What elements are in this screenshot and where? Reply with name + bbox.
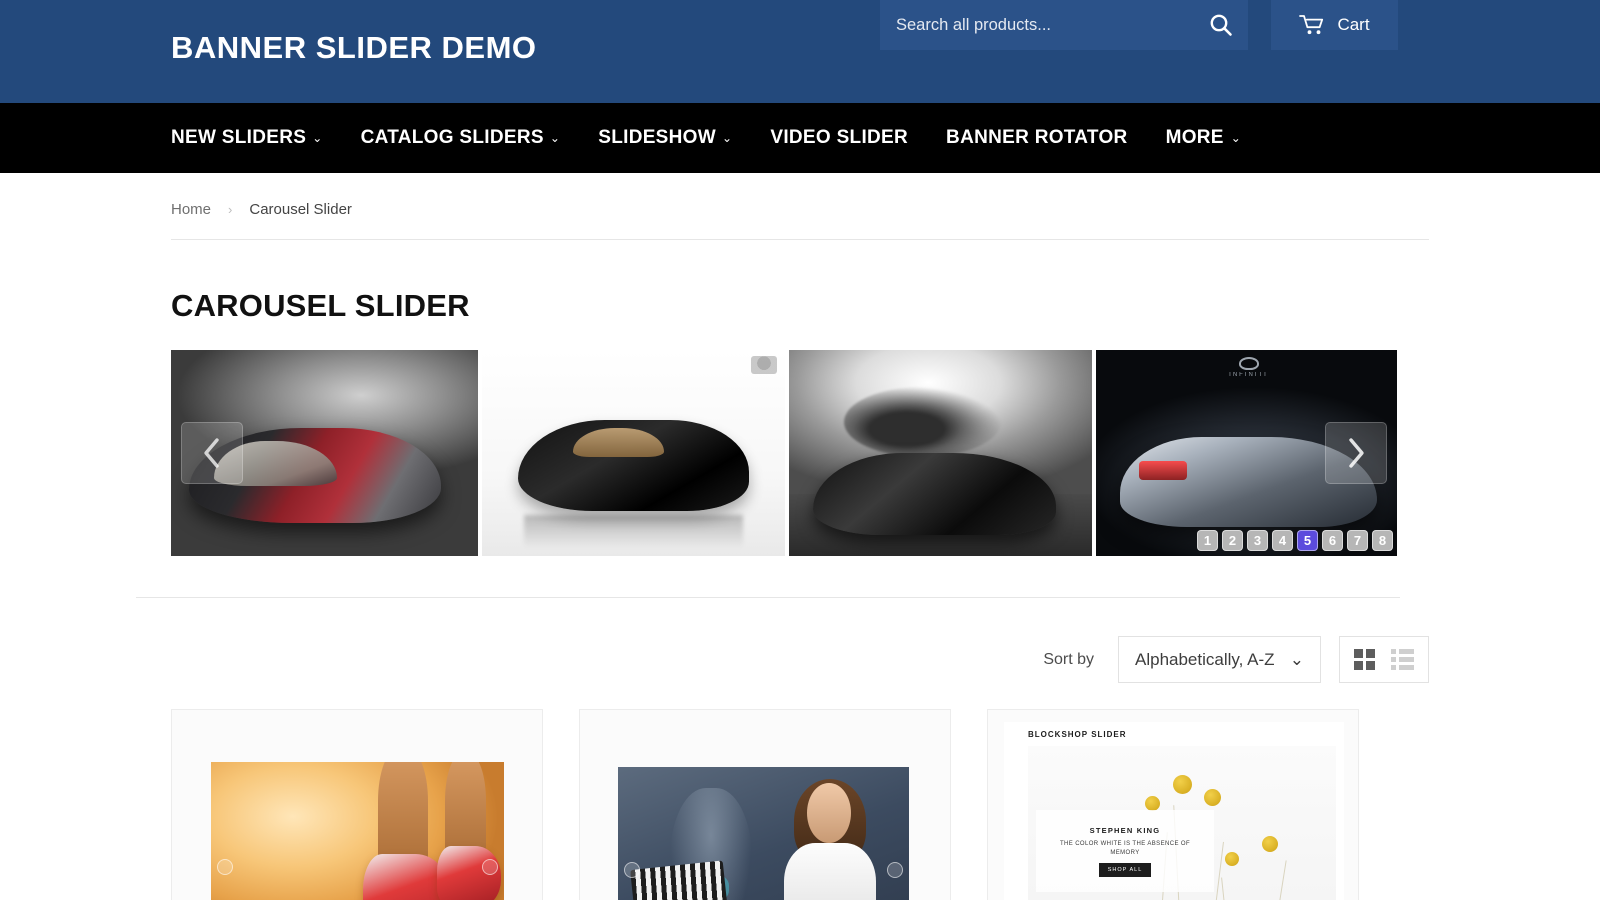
chevron-down-icon: ⌄ — [312, 131, 323, 145]
product-grid: New Look bags deal and other trends for … — [171, 709, 1429, 900]
breadcrumb-current: Carousel Slider — [249, 201, 352, 218]
nav-item-catalog-sliders[interactable]: Catalog Sliders ⌄ — [361, 127, 561, 149]
nav-item-video-slider[interactable]: Video Slider — [770, 127, 908, 149]
chevron-down-icon: ⌄ — [1289, 649, 1304, 669]
chevron-left-icon — [204, 438, 219, 468]
slide-image-bmw — [482, 350, 785, 556]
carousel-page-7[interactable]: 7 — [1347, 530, 1368, 551]
cloud-shape — [843, 387, 1002, 458]
chevron-left-icon[interactable] — [624, 861, 640, 878]
carousel-next-button[interactable] — [1325, 422, 1387, 484]
site-title: BANNER SLIDER DEMO — [171, 30, 537, 65]
nav-item-new-sliders[interactable]: New Sliders ⌄ — [171, 127, 323, 149]
chevron-down-icon: ⌄ — [1230, 131, 1242, 145]
search-input[interactable] — [880, 0, 1194, 50]
car-shape — [813, 453, 1056, 536]
section-divider — [136, 597, 1400, 598]
product-card[interactable] — [171, 709, 543, 900]
product-card[interactable]: BLOCKSHOP SLIDER STEPHEN KING THE COLOR … — [987, 709, 1359, 900]
list-view-icon[interactable] — [1391, 649, 1414, 670]
site-header: BANNER SLIDER DEMO Cart — [0, 0, 1600, 103]
carousel-page-2[interactable]: 2 — [1222, 530, 1243, 551]
chevron-down-icon: ⌄ — [549, 131, 561, 145]
page-content: Home › Carousel Slider Carousel Slider — [0, 173, 1600, 900]
blockshop-author: STEPHEN KING — [1089, 825, 1161, 835]
chevron-right-icon — [1349, 438, 1364, 468]
cart-icon — [1299, 15, 1324, 35]
nav-label-new-sliders: New Sliders — [171, 127, 307, 148]
main-navigation: New Sliders ⌄ Catalog Sliders ⌄ Slidesho… — [0, 103, 1600, 173]
header-inner: BANNER SLIDER DEMO Cart — [0, 0, 1600, 103]
carousel-prev-button[interactable] — [181, 422, 243, 484]
carousel-page-1[interactable]: 1 — [1197, 530, 1218, 551]
taillight-shape — [1138, 461, 1188, 480]
carousel-slide-2[interactable] — [482, 350, 785, 556]
carousel-slider[interactable]: INFINITI 1 2 3 4 5 6 7 8 — [171, 350, 1397, 556]
nav-label-video-slider: Video Slider — [770, 127, 909, 148]
brand-logo-icon — [751, 356, 777, 374]
nav-label-banner-rotator: Banner Rotator — [946, 127, 1128, 148]
blockshop-title: BLOCKSHOP SLIDER — [1028, 730, 1127, 739]
carousel-page-5[interactable]: 5 — [1297, 530, 1318, 551]
slide-image-concept-car — [789, 350, 1092, 556]
carousel-page-4[interactable]: 4 — [1272, 530, 1293, 551]
blockshop-quote: THE COLOR WHITE IS THE ABSENCE OF MEMORY — [1059, 840, 1191, 856]
cart-label: Cart — [1337, 15, 1370, 34]
blockshop-overlay: STEPHEN KING THE COLOR WHITE IS THE ABSE… — [1036, 810, 1214, 892]
breadcrumb: Home › Carousel Slider — [171, 173, 1429, 240]
carousel-page-8[interactable]: 8 — [1372, 530, 1393, 551]
nav-item-banner-rotator[interactable]: Banner Rotator — [946, 127, 1128, 149]
nav-label-more: More — [1165, 127, 1224, 148]
breadcrumb-separator-icon: › — [228, 202, 233, 217]
product-image-shopper: New Look bags deal and other trends for … — [618, 767, 909, 900]
carousel-slide-3[interactable] — [789, 350, 1092, 556]
collection-toolbar: Sort by Alphabetically, A-Z ⌄ — [171, 636, 1429, 683]
product-card[interactable]: New Look bags deal and other trends for … — [579, 709, 951, 900]
chevron-right-icon[interactable] — [887, 861, 903, 878]
infiniti-logo-icon: INFINITI — [1222, 357, 1276, 387]
chevron-left-icon[interactable] — [217, 859, 233, 875]
carousel-page-6[interactable]: 6 — [1322, 530, 1343, 551]
shop-all-button[interactable]: SHOP ALL — [1098, 862, 1152, 877]
nav-item-slideshow[interactable]: Slideshow ⌄ — [598, 127, 732, 149]
sort-by-label: Sort by — [1043, 650, 1094, 668]
search-button[interactable] — [1194, 0, 1248, 50]
cart-button[interactable]: Cart — [1271, 0, 1398, 50]
chevron-right-icon[interactable] — [482, 859, 498, 875]
nav-label-catalog-sliders: Catalog Sliders — [360, 127, 544, 148]
nav-item-more[interactable]: More ⌄ — [1166, 127, 1242, 149]
page-title: Carousel Slider — [171, 288, 470, 323]
breadcrumb-home[interactable]: Home — [171, 201, 211, 218]
chevron-down-icon: ⌄ — [722, 131, 733, 145]
view-toggle — [1339, 636, 1429, 683]
carousel-page-3[interactable]: 3 — [1247, 530, 1268, 551]
search-icon — [1210, 14, 1232, 36]
grid-view-icon[interactable] — [1354, 649, 1375, 670]
product-image-blockshop: BLOCKSHOP SLIDER STEPHEN KING THE COLOR … — [1004, 722, 1344, 900]
sort-by-select[interactable]: Alphabetically, A-Z ⌄ — [1118, 636, 1321, 683]
product-image-runner — [211, 762, 504, 900]
sort-by-value: Alphabetically, A-Z — [1135, 649, 1275, 669]
reflection — [524, 514, 743, 548]
nav-label-slideshow: Slideshow — [598, 127, 716, 148]
carousel-pagination: 1 2 3 4 5 6 7 8 — [1197, 530, 1393, 551]
search-bar — [880, 0, 1248, 50]
